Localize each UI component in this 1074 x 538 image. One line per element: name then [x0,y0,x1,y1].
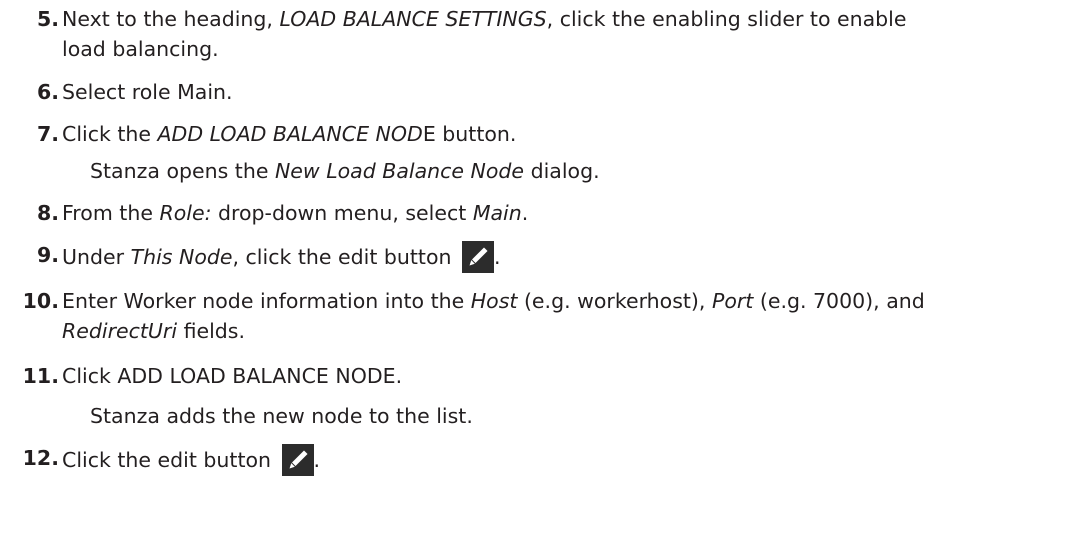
step-number: 7. [36,122,59,146]
step-text: Under This Node, click the edit button . [62,241,1062,273]
step-text: Click the ADD LOAD BALANCE NODE button. [62,122,517,146]
step-7-result: Stanza opens the New Load Balance Node d… [90,159,600,183]
edit-button [281,444,314,476]
step-text-line2: RedirectUri fields. [62,319,245,343]
step-number: 5. [36,7,59,31]
step-text: Click the edit button . [62,444,1062,476]
step-11-result: Stanza adds the new node to the list. [90,404,473,428]
step-text: Select role Main. [62,80,233,104]
step-text-line2: load balancing. [62,37,219,61]
instruction-document: 5. Next to the heading, LOAD BALANCE SET… [0,0,1074,538]
edit-button [462,241,495,273]
step-number: 9. [36,243,59,267]
step-text: Click ADD LOAD BALANCE NODE. [62,364,403,388]
step-number: 11. [22,364,59,388]
step-number: 12. [22,446,59,470]
pencil-icon [289,450,308,469]
step-number: 8. [36,201,59,225]
step-text: Next to the heading, LOAD BALANCE SETTIN… [62,7,907,31]
pencil-icon [469,247,488,266]
step-text: Enter Worker node information into the H… [62,289,925,313]
step-number: 10. [22,289,59,313]
step-number: 6. [36,80,59,104]
step-text: From the Role: drop-down menu, select Ma… [62,201,529,225]
